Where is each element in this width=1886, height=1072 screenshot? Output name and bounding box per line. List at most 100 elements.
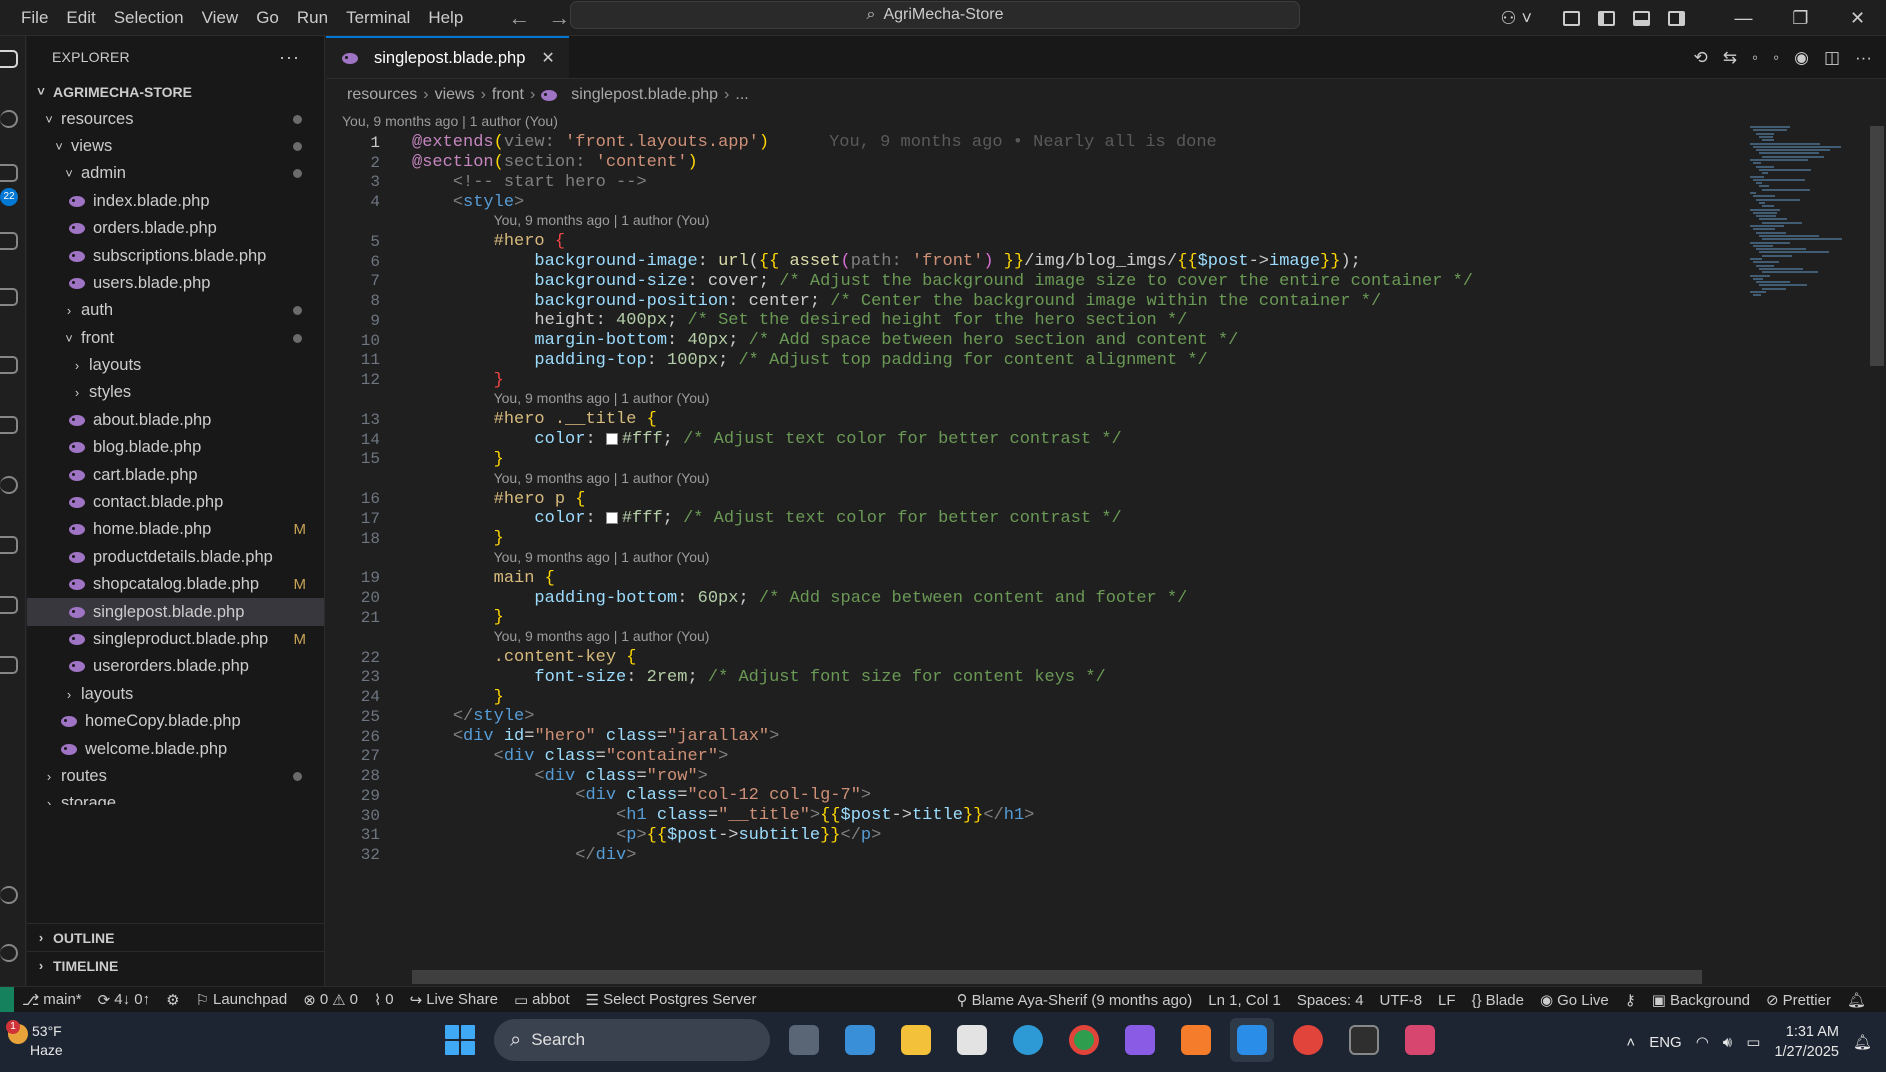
run-debug-icon[interactable]	[0, 232, 18, 250]
vertical-scrollbar[interactable]	[1870, 126, 1884, 366]
chrome-profile-app[interactable]	[1286, 1018, 1330, 1062]
chevron-up-icon[interactable]: ˄	[1626, 1034, 1635, 1051]
live-share-icon[interactable]	[0, 596, 18, 614]
folder-item[interactable]: › auth	[27, 297, 324, 324]
extensions-icon[interactable]	[0, 288, 18, 306]
restore-icon[interactable]: ❐	[1772, 8, 1829, 29]
breadcrumb-front[interactable]: front	[492, 86, 524, 104]
breadcrumb-resources[interactable]: resources	[347, 86, 417, 104]
copilot-app[interactable]	[1118, 1018, 1162, 1062]
history-icon[interactable]: ⟲	[1694, 48, 1708, 68]
file-item[interactable]: index.blade.php	[27, 188, 324, 215]
previous-change-icon[interactable]: ◦	[1752, 48, 1758, 68]
ports-status[interactable]: ⌇ 0	[366, 991, 402, 1009]
code-line[interactable]: 32 </div>	[326, 844, 637, 867]
store-app[interactable]	[950, 1018, 994, 1062]
timeline-section[interactable]: › TIMELINE	[27, 951, 325, 979]
postgres-status[interactable]: ☰ Select Postgres Server	[578, 991, 765, 1009]
clock[interactable]: 1:31 AM 1/27/2025	[1774, 1022, 1839, 1062]
file-item[interactable]: cart.blade.php	[27, 461, 324, 488]
menu-terminal[interactable]: Terminal	[337, 0, 419, 36]
database-icon[interactable]	[0, 656, 18, 674]
xampp-app[interactable]	[1174, 1018, 1218, 1062]
compare-changes-icon[interactable]: ⇆	[1723, 48, 1737, 68]
blame-status[interactable]: ⚲ Blame Aya-Sherif (9 months ago)	[949, 991, 1201, 1010]
project-root[interactable]: ˅ AGRIMECHA-STORE	[27, 78, 324, 105]
accounts-icon[interactable]	[0, 886, 18, 904]
git-blame-icon[interactable]: ◉	[1794, 48, 1809, 68]
code-line[interactable]: 18 }	[326, 527, 504, 550]
file-item[interactable]: singleproduct.blade.php M	[27, 626, 324, 653]
start-button[interactable]	[438, 1018, 482, 1062]
back-arrow-icon[interactable]: ←	[508, 5, 530, 31]
file-item[interactable]: users.blade.php	[27, 270, 324, 297]
testing-icon[interactable]	[0, 416, 18, 434]
weather-widget[interactable]: 1 53°F Haze	[6, 1020, 63, 1060]
folder-item[interactable]: › layouts	[27, 352, 324, 379]
code-line[interactable]: 21 }	[326, 606, 504, 629]
encoding[interactable]: UTF-8	[1372, 992, 1431, 1009]
blame-codelens[interactable]: You, 9 months ago | 1 author (You)	[342, 111, 558, 131]
file-item[interactable]: about.blade.php	[27, 407, 324, 434]
toggle-panel-icon[interactable]	[1633, 10, 1650, 26]
vscode-app[interactable]	[1230, 1018, 1274, 1062]
file-item[interactable]: homeCopy.blade.php	[27, 708, 324, 735]
more-views-icon[interactable]	[0, 716, 18, 734]
command-center[interactable]: ⌕ AgriMecha-Store	[570, 1, 1300, 29]
blame-codelens[interactable]: You, 9 months ago | 1 author (You)	[494, 468, 710, 488]
sync-status[interactable]: ⟳ 4↓ 0↑	[90, 991, 158, 1009]
live-share-status[interactable]: ↪ Live Share	[402, 991, 506, 1009]
menu-run[interactable]: Run	[288, 0, 337, 36]
blame-codelens[interactable]: You, 9 months ago | 1 author (You)	[494, 210, 710, 230]
breadcrumb-views[interactable]: views	[435, 86, 475, 104]
folder-item[interactable]: › layouts	[27, 681, 324, 708]
explorer-icon[interactable]	[0, 50, 18, 68]
language-indicator[interactable]: ENG	[1649, 1034, 1682, 1051]
taskbar-search[interactable]: ⌕ Search	[494, 1019, 770, 1061]
folder-item[interactable]: ˅ front	[27, 325, 324, 352]
blame-codelens[interactable]: You, 9 months ago | 1 author (You)	[494, 547, 710, 567]
file-item[interactable]: userorders.blade.php	[27, 653, 324, 680]
close-window-icon[interactable]: ✕	[1829, 8, 1886, 29]
file-item[interactable]: shopcatalog.blade.php M	[27, 571, 324, 598]
horizontal-scrollbar[interactable]	[412, 970, 1702, 984]
minimap[interactable]	[1750, 126, 1860, 376]
menu-selection[interactable]: Selection	[105, 0, 193, 36]
edge-app[interactable]	[1006, 1018, 1050, 1062]
volume-icon[interactable]: 🔊︎	[1723, 1034, 1732, 1051]
search-view-icon[interactable]	[0, 110, 18, 128]
menu-go[interactable]: Go	[247, 0, 288, 36]
folder-item[interactable]: ˅ resources	[27, 105, 324, 132]
launchpad-status[interactable]: ⚐ Launchpad	[188, 991, 296, 1009]
code-line[interactable]: 4 <style>	[326, 191, 524, 214]
task-view-button[interactable]	[782, 1018, 826, 1062]
toggle-secondary-sidebar-icon[interactable]	[1668, 10, 1685, 26]
blame-codelens[interactable]: You, 9 months ago | 1 author (You)	[494, 626, 710, 646]
menu-help[interactable]: Help	[419, 0, 472, 36]
outline-section[interactable]: › OUTLINE	[27, 923, 325, 951]
end-of-line[interactable]: LF	[1430, 992, 1464, 1009]
code-line[interactable]: 15 }	[326, 448, 504, 471]
next-change-icon[interactable]: ◦	[1773, 48, 1779, 68]
background-status[interactable]: ▣ Background	[1644, 991, 1758, 1010]
notification-bell-icon[interactable]: 🔔︎	[1853, 1033, 1872, 1051]
folder-item[interactable]: › storage	[27, 790, 324, 805]
folder-item[interactable]: › styles	[27, 379, 324, 406]
more-actions-icon[interactable]: ···	[279, 47, 300, 68]
menu-view[interactable]: View	[193, 0, 248, 36]
file-item[interactable]: subscriptions.blade.php	[27, 242, 324, 269]
docker-icon[interactable]	[0, 536, 18, 554]
folder-item[interactable]: ˅ views	[27, 133, 324, 160]
split-editor-icon[interactable]: ◫	[1824, 48, 1840, 68]
editor-more-icon[interactable]: ···	[1855, 48, 1872, 68]
prettier-status[interactable]: ⊘ Prettier	[1758, 991, 1839, 1010]
menu-edit[interactable]: Edit	[57, 0, 104, 36]
go-live-status[interactable]: ◉ Go Live	[1532, 991, 1617, 1010]
blame-codelens[interactable]: You, 9 months ago | 1 author (You)	[494, 388, 710, 408]
folder-item[interactable]: ˅ admin	[27, 160, 324, 187]
indentation[interactable]: Spaces: 4	[1289, 992, 1372, 1009]
language-mode[interactable]: {} Blade	[1464, 992, 1532, 1009]
source-control-icon[interactable]	[0, 164, 18, 182]
folder-item[interactable]: › routes	[27, 763, 324, 790]
manage-gear-icon[interactable]	[0, 944, 18, 962]
